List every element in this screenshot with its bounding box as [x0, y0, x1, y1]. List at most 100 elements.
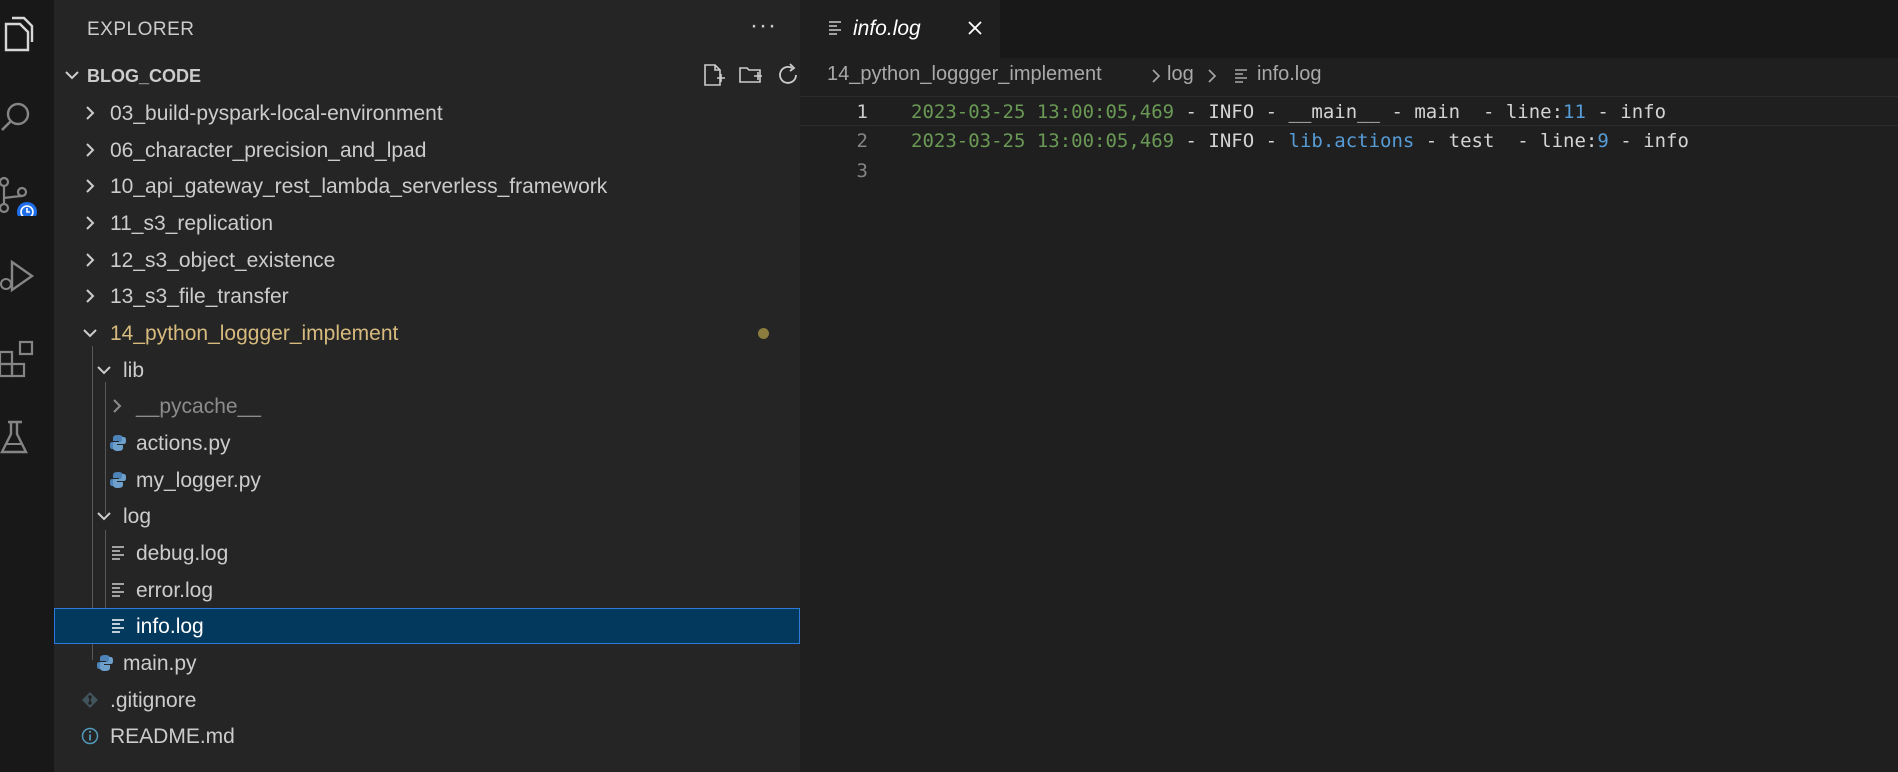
log-file-icon [827, 19, 845, 37]
log-file-icon [1233, 67, 1249, 85]
refresh-icon[interactable] [776, 62, 802, 88]
more-actions-icon[interactable]: ··· [750, 12, 777, 40]
tree-item-folder-expanded[interactable]: 14_python_loggger_implement [54, 315, 800, 351]
tab-info-log[interactable]: info.log [800, 0, 1000, 58]
chevron-right-icon [107, 396, 127, 416]
tree-item-file[interactable]: .gitignore [54, 682, 800, 718]
tree-item-file[interactable]: README.md [54, 718, 800, 754]
explorer-files-icon[interactable] [0, 14, 40, 54]
tree-item-label: main.py [123, 652, 197, 675]
new-folder-icon[interactable] [738, 62, 764, 88]
run-debug-icon[interactable] [0, 258, 40, 298]
log-file-icon [109, 543, 129, 563]
tree-item-folder[interactable]: __pycache__ [54, 388, 800, 424]
code-line[interactable]: 3 [800, 156, 1898, 186]
log-text: - INFO - [1174, 101, 1289, 123]
log-file-icon [109, 580, 129, 600]
tree-item-file[interactable]: error.log [54, 572, 800, 608]
line-content: 2023-03-25 13:00:05,469 - INFO - lib.act… [911, 130, 1689, 152]
log-module: __main__ [1288, 101, 1381, 123]
tree-item-label: 10_api_gateway_rest_lambda_serverless_fr… [110, 175, 608, 198]
activity-bar [0, 0, 55, 772]
explorer-sidebar: EXPLORER ··· BLOG_CODE 03_build-pyspark-… [54, 0, 837, 772]
close-icon[interactable] [964, 17, 986, 39]
search-icon[interactable] [0, 96, 40, 136]
python-file-icon [108, 433, 128, 453]
breadcrumb-folder[interactable]: log [1167, 63, 1194, 86]
tree-item-folder[interactable]: 03_build-pyspark-local-environment [54, 95, 800, 131]
chevron-right-icon [80, 213, 100, 233]
chevron-down-icon [94, 360, 114, 380]
tree-item-label: error.log [136, 579, 214, 602]
log-text: - test - line: [1414, 130, 1598, 152]
workspace-name: BLOG_CODE [87, 66, 202, 86]
tree-item-label: actions.py [136, 432, 231, 455]
log-lineno: 9 [1597, 130, 1609, 152]
log-module: lib.actions [1288, 130, 1415, 152]
new-file-icon[interactable] [700, 62, 726, 88]
breadcrumb-file[interactable]: info.log [1257, 63, 1322, 86]
tree-item-file[interactable]: debug.log [54, 535, 800, 571]
tree-item-folder-expanded[interactable]: lib [54, 352, 800, 388]
tree-item-folder[interactable]: 11_s3_replication [54, 205, 800, 241]
tree-item-label: 03_build-pyspark-local-environment [110, 102, 443, 125]
breadcrumb-folder[interactable]: 14_python_loggger_implement [827, 63, 1102, 86]
log-text: - INFO - [1174, 130, 1289, 152]
extensions-icon[interactable] [0, 338, 40, 378]
chevron-right-icon [80, 250, 100, 270]
tree-item-folder[interactable]: 12_s3_object_existence [54, 242, 800, 278]
tree-item-label: 06_character_precision_and_lpad [110, 139, 427, 162]
python-file-icon [95, 653, 115, 673]
log-text: - info [1585, 101, 1667, 123]
tree-item-label: lib [123, 359, 145, 382]
chevron-right-icon [80, 103, 100, 123]
chevron-down-icon [80, 323, 100, 343]
python-file-icon [108, 470, 128, 490]
explorer-title: EXPLORER [87, 19, 195, 40]
chevron-right-icon [1149, 66, 1163, 86]
tree-item-label: __pycache__ [136, 395, 261, 418]
tree-item-file-selected[interactable]: info.log [54, 608, 800, 644]
log-timestamp: 2023-03-25 13:00:05,469 [911, 101, 1175, 123]
tree-item-file[interactable]: actions.py [54, 425, 800, 461]
editor-tabs: info.log [800, 0, 1898, 58]
tree-item-folder[interactable]: 13_s3_file_transfer [54, 278, 800, 314]
chevron-right-icon [1205, 66, 1219, 86]
tree-item-label: README.md [110, 725, 235, 748]
tree-item-label: 12_s3_object_existence [110, 249, 336, 272]
chevron-down-icon [94, 506, 114, 526]
modified-dot-icon [758, 328, 769, 339]
source-control-icon[interactable] [0, 176, 40, 216]
log-text: - info [1608, 130, 1689, 152]
chevron-right-icon [80, 286, 100, 306]
tree-item-folder[interactable]: 06_character_precision_and_lpad [54, 132, 800, 168]
tree-item-label: 14_python_loggger_implement [110, 322, 399, 345]
tree-item-folder-expanded[interactable]: log [54, 498, 800, 534]
tree-item-label: info.log [136, 615, 204, 638]
git-file-icon [80, 690, 100, 710]
testing-flask-icon[interactable] [0, 418, 40, 458]
tree-item-label: debug.log [136, 542, 229, 565]
code-line[interactable]: 1 2023-03-25 13:00:05,469 - INFO - __mai… [800, 96, 1898, 126]
tree-item-file[interactable]: main.py [54, 645, 800, 681]
workspace-header[interactable]: BLOG_CODE [54, 60, 837, 90]
line-number: 1 [856, 101, 868, 123]
tree-item-label: log [123, 505, 152, 528]
tree-item-label: my_logger.py [136, 469, 261, 492]
code-line[interactable]: 2 2023-03-25 13:00:05,469 - INFO - lib.a… [800, 126, 1898, 156]
tree-item-folder[interactable]: 10_api_gateway_rest_lambda_serverless_fr… [54, 168, 800, 204]
tree-item-label: 13_s3_file_transfer [110, 285, 289, 308]
tree-item-label: .gitignore [110, 689, 197, 712]
log-file-icon [109, 616, 129, 636]
log-lineno: 11 [1563, 101, 1586, 123]
chevron-down-icon [62, 65, 82, 85]
tree-item-label: 11_s3_replication [110, 212, 274, 235]
tree-item-file[interactable]: my_logger.py [54, 462, 800, 498]
chevron-right-icon [80, 176, 100, 196]
editor-area: info.log 14_python_loggger_implement log… [800, 0, 1898, 772]
log-timestamp: 2023-03-25 13:00:05,469 [911, 130, 1175, 152]
line-number: 2 [856, 130, 868, 152]
chevron-right-icon [80, 140, 100, 160]
info-icon [80, 726, 100, 746]
log-text: - main - line: [1380, 101, 1564, 123]
